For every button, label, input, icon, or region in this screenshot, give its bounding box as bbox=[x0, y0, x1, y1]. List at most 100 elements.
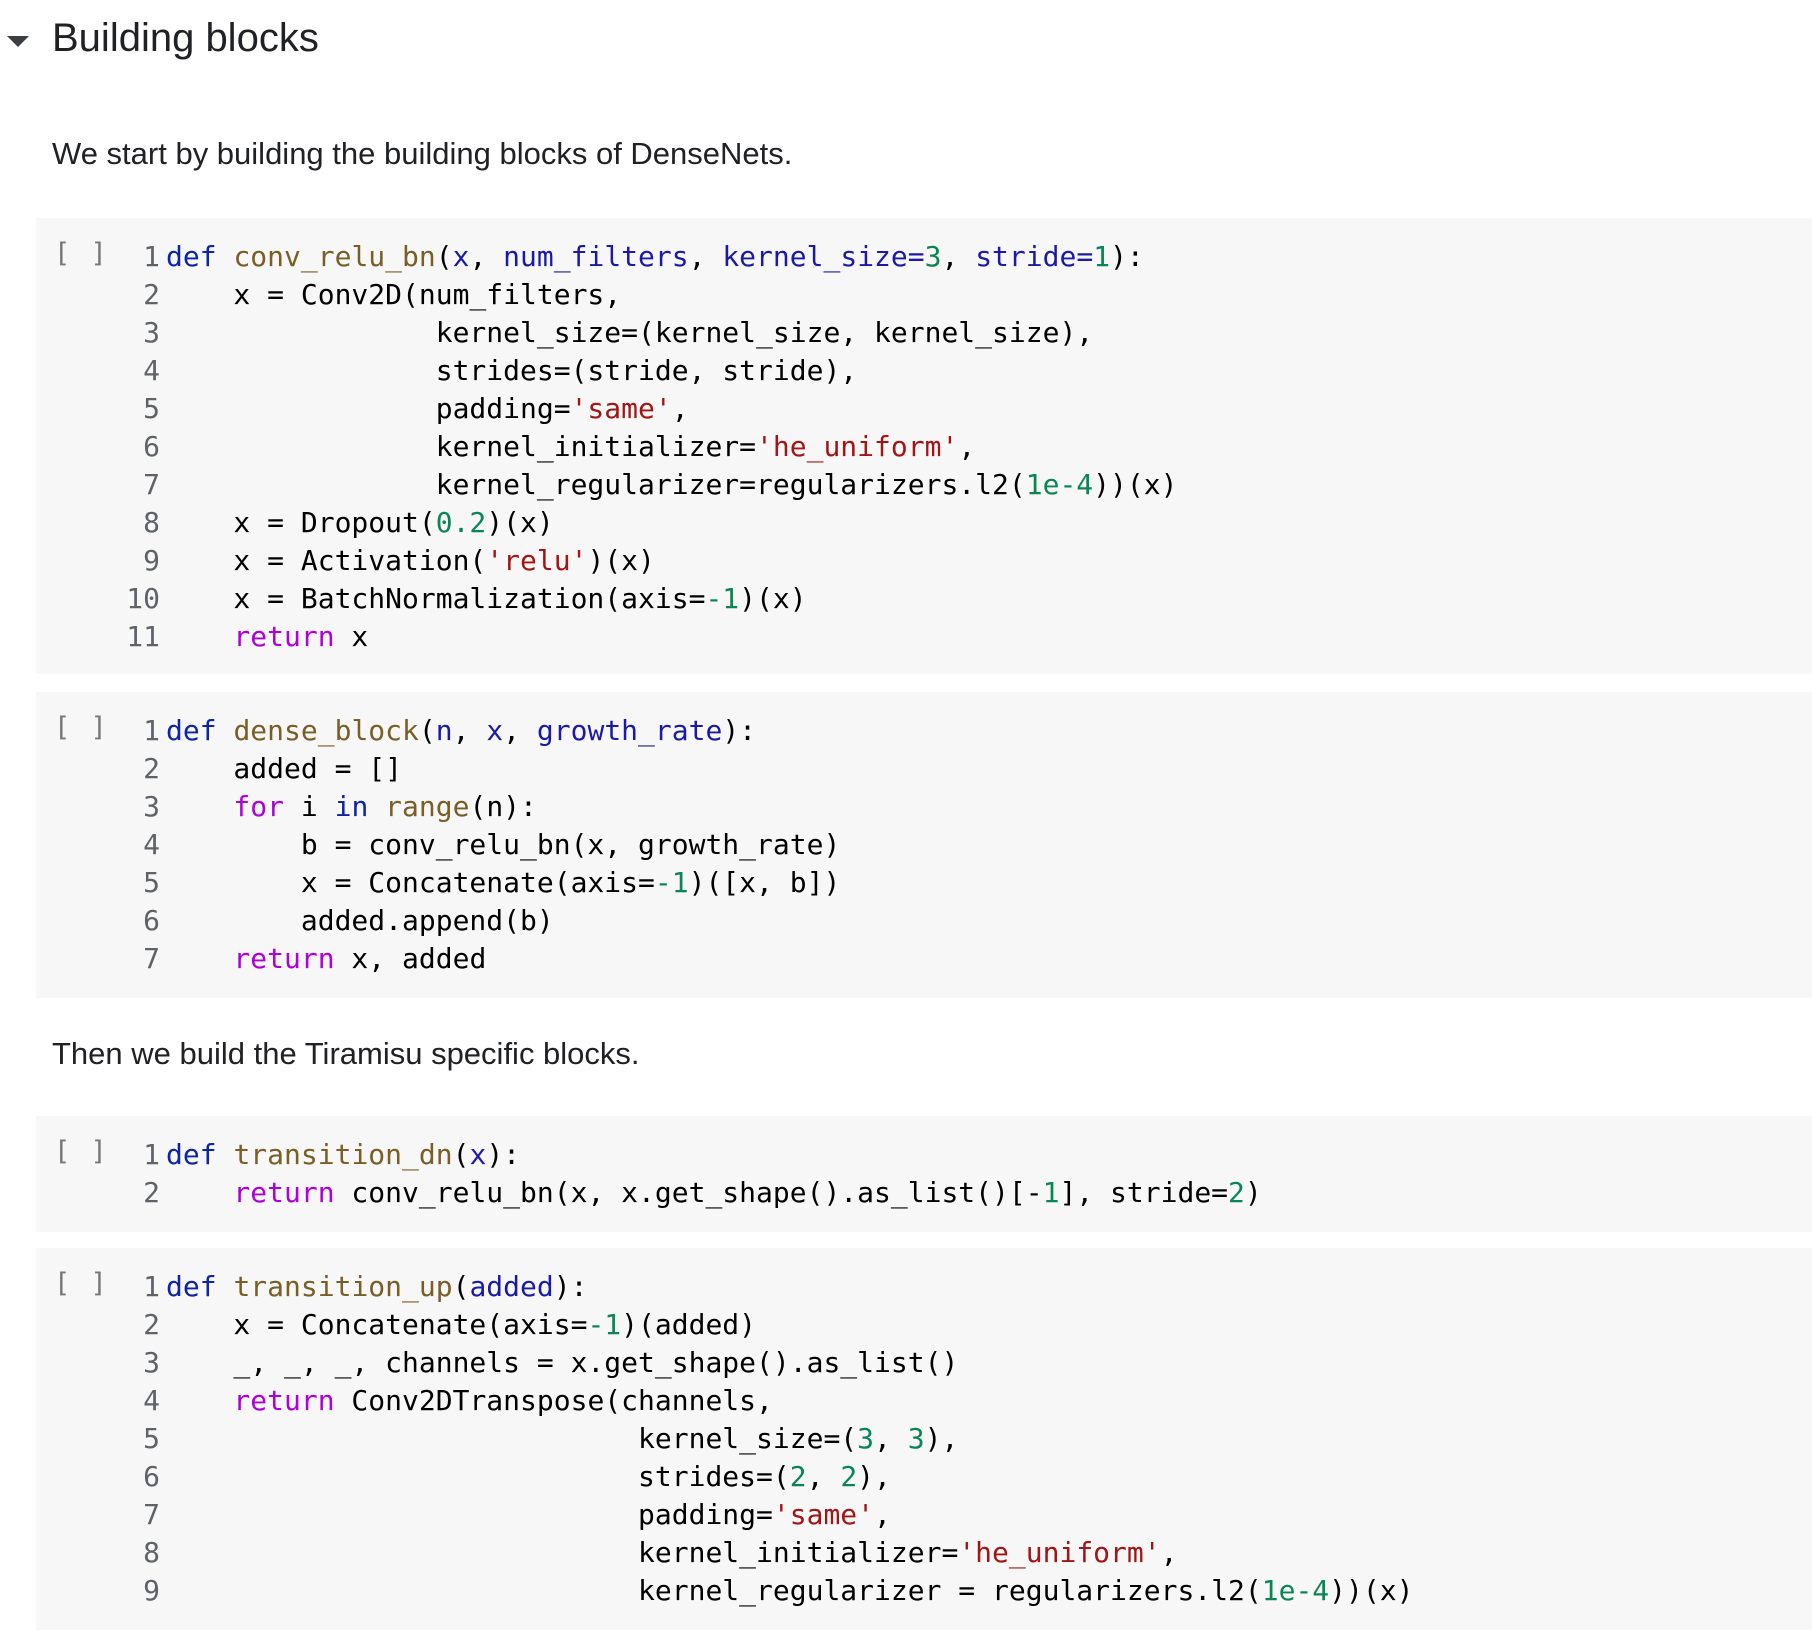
code-line[interactable]: 3 _, _, _, channels = x.get_shape().as_l… bbox=[36, 1344, 1413, 1382]
code-editor[interactable]: 1 def conv_relu_bn(x, num_filters, kernel… bbox=[36, 238, 1177, 656]
code-token: )([x, b]) bbox=[688, 866, 841, 899]
code-line[interactable]: 6 strides=(2, 2), bbox=[36, 1458, 1413, 1496]
section-title: Building blocks bbox=[52, 16, 319, 60]
code-cell[interactable]: [ ] 1 def transition_dn(x): 2 return conv_… bbox=[36, 1116, 1812, 1232]
line-number: 6 bbox=[143, 1460, 160, 1493]
line-number: 2 bbox=[143, 752, 160, 785]
collapse-caret-icon[interactable] bbox=[7, 36, 29, 47]
code-token: ): bbox=[486, 1138, 521, 1171]
code-line[interactable]: 5 x = Concatenate(axis=-1)([x, b]) bbox=[36, 864, 840, 902]
line-number: 9 bbox=[143, 1574, 160, 1607]
code-token: return bbox=[166, 1384, 335, 1417]
code-line[interactable]: 1 def conv_relu_bn(x, num_filters, kernel… bbox=[36, 238, 1177, 276]
code-token: 1 bbox=[1042, 1176, 1060, 1209]
code-token: i bbox=[284, 790, 335, 823]
code-line[interactable]: 5 kernel_size=(3, 3), bbox=[36, 1420, 1413, 1458]
code-line[interactable]: 10 x = BatchNormalization(axis=-1)(x) bbox=[36, 580, 1177, 618]
code-token: ): bbox=[722, 714, 757, 747]
code-token: , bbox=[452, 714, 487, 747]
code-token: ) bbox=[1244, 1176, 1262, 1209]
code-line[interactable]: 7 kernel_regularizer=regularizers.l2(1e-… bbox=[36, 466, 1177, 504]
code-token: x = BatchNormalization(axis= bbox=[166, 582, 706, 615]
code-line[interactable]: 7 return x, added bbox=[36, 940, 840, 978]
code-token: def bbox=[166, 240, 234, 273]
code-line[interactable]: 9 kernel_regularizer = regularizers.l2(1… bbox=[36, 1572, 1413, 1610]
code-token: x = Conv2D(num_filters, bbox=[166, 278, 622, 311]
code-token: padding= bbox=[166, 392, 571, 425]
code-token: , bbox=[688, 240, 723, 273]
code-line[interactable]: 1 def transition_up(added): bbox=[36, 1268, 1413, 1306]
code-token: )(x) bbox=[486, 506, 554, 539]
code-token: padding= bbox=[166, 1498, 773, 1531]
line-number: 7 bbox=[143, 468, 160, 501]
code-line[interactable]: 11 return x bbox=[36, 618, 1177, 656]
code-token: 'relu' bbox=[486, 544, 588, 577]
code-token: range bbox=[385, 790, 470, 823]
code-token: dense_block bbox=[233, 714, 419, 747]
code-token: kernel_regularizer=regularizers.l2( bbox=[166, 468, 1026, 501]
code-line[interactable]: 1 def dense_block(n, x, growth_rate): bbox=[36, 712, 840, 750]
code-line[interactable]: 8 x = Dropout(0.2)(x) bbox=[36, 504, 1177, 542]
line-number: 4 bbox=[143, 354, 160, 387]
code-line[interactable]: 4 return Conv2DTranspose(channels, bbox=[36, 1382, 1413, 1420]
code-token: num_filters bbox=[503, 240, 689, 273]
code-token: 3 bbox=[924, 240, 942, 273]
code-editor[interactable]: 1 def transition_up(added): 2 x = Concaten… bbox=[36, 1268, 1413, 1610]
code-cell[interactable]: [ ] 1 def conv_relu_bn(x, num_filters, ke… bbox=[36, 218, 1812, 674]
code-line[interactable]: 7 padding='same', bbox=[36, 1496, 1413, 1534]
code-token: b = conv_relu_bn(x, growth_rate) bbox=[166, 828, 841, 861]
code-token: ))(x) bbox=[1093, 468, 1178, 501]
code-token: , bbox=[941, 240, 976, 273]
code-token: , bbox=[874, 1422, 908, 1455]
line-number: 6 bbox=[143, 904, 160, 937]
line-number: 6 bbox=[143, 430, 160, 463]
line-number: 2 bbox=[143, 278, 160, 311]
code-cell[interactable]: [ ] 1 def dense_block(n, x, growth_rate):… bbox=[36, 692, 1812, 998]
line-number: 4 bbox=[143, 1384, 160, 1417]
code-line[interactable]: 8 kernel_initializer='he_uniform', bbox=[36, 1534, 1413, 1572]
code-token: )(x) bbox=[587, 544, 655, 577]
code-line[interactable]: 6 kernel_initializer='he_uniform', bbox=[36, 428, 1177, 466]
code-token: , bbox=[1160, 1536, 1178, 1569]
code-editor[interactable]: 1 def dense_block(n, x, growth_rate): 2 ad… bbox=[36, 712, 840, 978]
code-token: ( bbox=[418, 714, 436, 747]
code-line[interactable]: 3 for i in range(n): bbox=[36, 788, 840, 826]
code-line[interactable]: 9 x = Activation('relu')(x) bbox=[36, 542, 1177, 580]
code-token: in bbox=[334, 790, 369, 823]
code-token: = bbox=[1076, 240, 1094, 273]
code-token: strides=(stride, stride), bbox=[166, 354, 858, 387]
code-token: 'same' bbox=[772, 1498, 875, 1531]
code-line[interactable]: 2 x = Conv2D(num_filters, bbox=[36, 276, 1177, 314]
code-token: ): bbox=[1110, 240, 1144, 273]
code-token: x = Concatenate(axis= bbox=[166, 1308, 588, 1341]
line-number: 11 bbox=[126, 620, 160, 653]
code-token: def bbox=[166, 1270, 234, 1303]
code-token: kernel_regularizer = regularizers.l2( bbox=[166, 1574, 1262, 1607]
code-token: added.append(b) bbox=[166, 904, 554, 937]
code-token: , bbox=[671, 392, 689, 425]
line-number: 7 bbox=[143, 942, 160, 975]
code-token: 3 bbox=[857, 1422, 875, 1455]
code-line[interactable]: 2 return conv_relu_bn(x, x.get_shape().a… bbox=[36, 1174, 1262, 1212]
code-token: ( bbox=[452, 1138, 470, 1171]
code-token: ), bbox=[857, 1460, 891, 1493]
line-number: 1 bbox=[143, 240, 160, 273]
code-line[interactable]: 4 b = conv_relu_bn(x, growth_rate) bbox=[36, 826, 840, 864]
code-token: 'same' bbox=[570, 392, 672, 425]
code-line[interactable]: 2 added = [] bbox=[36, 750, 840, 788]
code-token: 'he_uniform' bbox=[958, 1536, 1161, 1569]
code-line[interactable]: 4 strides=(stride, stride), bbox=[36, 352, 1177, 390]
code-cell[interactable]: [ ] 1 def transition_up(added): 2 x = Conc… bbox=[36, 1248, 1812, 1630]
code-token: kernel_size=(kernel_size, kernel_size), bbox=[166, 316, 1094, 349]
code-token: , bbox=[958, 430, 976, 463]
line-number: 3 bbox=[143, 1346, 160, 1379]
code-line[interactable]: 5 padding='same', bbox=[36, 390, 1177, 428]
code-token: )(x) bbox=[739, 582, 807, 615]
code-line[interactable]: 3 kernel_size=(kernel_size, kernel_size)… bbox=[36, 314, 1177, 352]
code-line[interactable]: 1 def transition_dn(x): bbox=[36, 1136, 1262, 1174]
code-line[interactable]: 2 x = Concatenate(axis=-1)(added) bbox=[36, 1306, 1413, 1344]
code-token: kernel_initializer= bbox=[166, 1536, 959, 1569]
code-token: x bbox=[486, 714, 504, 747]
code-editor[interactable]: 1 def transition_dn(x): 2 return conv_relu… bbox=[36, 1136, 1262, 1212]
code-line[interactable]: 6 added.append(b) bbox=[36, 902, 840, 940]
